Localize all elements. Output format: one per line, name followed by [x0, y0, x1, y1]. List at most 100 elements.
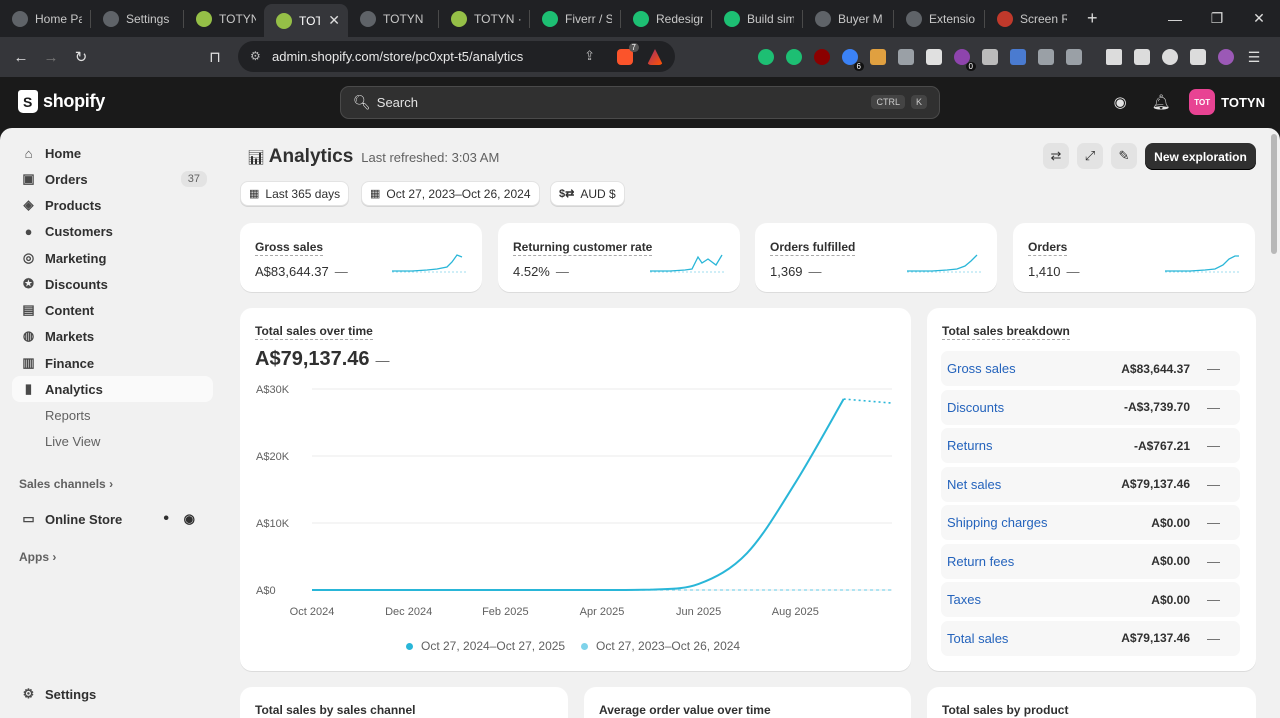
sidekick-icon[interactable]: ◉ [1107, 89, 1133, 115]
card-title[interactable]: Total sales by product [942, 703, 1068, 718]
sidebar-item-settings[interactable]: ⚙ Settings [12, 681, 213, 707]
forward-icon[interactable]: → [36, 42, 66, 72]
store-avatar[interactable]: TOT [1189, 89, 1216, 115]
restore-icon[interactable]: ❐ [1196, 0, 1238, 37]
profile-icon[interactable] [1218, 49, 1234, 65]
new-tab-icon[interactable]: + [1087, 8, 1098, 29]
metric-card-orders[interactable]: Orders 1,410 — [1013, 223, 1255, 292]
ublock-icon[interactable] [814, 49, 830, 65]
metric-card-gross-sales[interactable]: Gross sales A$83,644.37 — [240, 223, 482, 292]
close-window-icon[interactable]: ✕ [1238, 0, 1280, 37]
sidebar-item-orders[interactable]: ▣ Orders 37 [12, 166, 213, 192]
browser-tab[interactable]: Buyer M [803, 0, 893, 37]
breakdown-link[interactable]: Return fees [947, 554, 1014, 569]
fullscreen-button[interactable]: ⤢ [1077, 143, 1103, 169]
sidebar-subitem-reports[interactable]: Reports [45, 408, 91, 423]
compare-button[interactable]: ⇄ [1043, 143, 1069, 169]
browser-tab[interactable]: TOTYN · [184, 0, 264, 37]
breakdown-title[interactable]: Total sales breakdown [942, 324, 1070, 340]
browser-tab[interactable]: Build sim [712, 0, 802, 37]
extension-icon[interactable] [1066, 49, 1082, 65]
content-icon: ▤ [22, 302, 35, 317]
sidebar-toggle-icon[interactable] [1106, 49, 1122, 65]
extension-icon[interactable] [1010, 49, 1026, 65]
extension-icon[interactable] [926, 49, 942, 65]
back-icon[interactable]: ← [6, 42, 36, 72]
vpn-icon[interactable] [1190, 49, 1206, 65]
wallet-icon[interactable] [1134, 49, 1150, 65]
browser-tab[interactable]: Fiverr / S [530, 0, 620, 37]
sidebar-item-markets[interactable]: ◍ Markets [12, 323, 213, 349]
sidebar-item-analytics[interactable]: ▮ Analytics [12, 376, 213, 402]
site-info-icon[interactable]: ⚙ [250, 49, 261, 63]
tab-title: Fiverr / S [565, 11, 612, 26]
chart-title[interactable]: Total sales over time [255, 324, 373, 340]
currency-picker[interactable]: $⇄ AUD $ [550, 181, 625, 206]
brave-rewards-icon[interactable] [647, 49, 663, 65]
store-name[interactable]: TOTYN [1221, 95, 1265, 110]
bookmark-icon[interactable]: ⊓ [200, 42, 230, 72]
sales-channels-header[interactable]: Sales channels › [19, 477, 113, 491]
edit-button[interactable]: ✎ [1111, 143, 1137, 169]
breakdown-link[interactable]: Taxes [947, 592, 981, 607]
browser-tab[interactable]: Home Pa [0, 0, 90, 37]
minimize-icon[interactable]: — [1154, 0, 1196, 37]
reload-icon[interactable]: ↻ [66, 42, 96, 72]
extension-icon[interactable] [870, 49, 886, 65]
search-input[interactable]: 🔍︎ Search CTRL K [340, 86, 940, 119]
address-bar[interactable]: ⚙ admin.shopify.com/store/pc0xpt-t5/anal… [238, 41, 675, 72]
breakdown-link[interactable]: Returns [947, 438, 993, 453]
sidebar-item-customers[interactable]: ● Customers [12, 218, 213, 244]
breakdown-value: A$0.00 [1151, 554, 1190, 568]
leo-icon[interactable] [1162, 49, 1178, 65]
browser-tab[interactable]: Redesign [621, 0, 711, 37]
globe-icon: ◍ [22, 328, 35, 343]
sidebar-item-discounts[interactable]: ✪ Discounts [12, 271, 213, 297]
bell-icon[interactable]: 🔔︎ [1148, 89, 1174, 115]
sidebar-item-marketing[interactable]: ◎ Marketing [12, 245, 213, 271]
shopify-top-bar: shopify 🔍︎ Search CTRL K ◉ 🔔︎ TOT TOTYN [0, 77, 1280, 128]
legend-current[interactable]: Oct 27, 2024–Oct 27, 2025 [406, 639, 565, 653]
menu-icon[interactable]: ☰ [1246, 49, 1262, 65]
puzzle-icon[interactable] [1038, 49, 1054, 65]
camera-icon[interactable] [982, 49, 998, 65]
sidebar-subitem-live-view[interactable]: Live View [45, 434, 100, 449]
shopify-logo[interactable]: shopify [18, 90, 105, 113]
breakdown-link[interactable]: Gross sales [947, 361, 1016, 376]
browser-tab[interactable]: TOTYN · [439, 0, 529, 37]
card-title[interactable]: Total sales by sales channel [255, 703, 416, 718]
extension-icon[interactable]: 0 [954, 49, 976, 71]
sidebar-item-products[interactable]: ◈ Products [12, 192, 213, 218]
sidebar-item-content[interactable]: ▤ Content [12, 297, 213, 323]
eyedropper-icon[interactable] [898, 49, 914, 65]
comparison-picker[interactable]: ▦ Oct 27, 2023–Oct 26, 2024 [361, 181, 540, 206]
browser-tab[interactable]: Extensio [894, 0, 984, 37]
page-scrollbar[interactable] [1271, 134, 1277, 254]
breakdown-link[interactable]: Shipping charges [947, 515, 1047, 530]
legend-previous[interactable]: Oct 27, 2023–Oct 26, 2024 [581, 639, 740, 653]
eye-icon[interactable]: ◉ [184, 511, 195, 527]
browser-tab[interactable]: TOT ✕ [264, 4, 348, 37]
sidebar-item-online-store[interactable]: ▭ Online Store • ◉ [12, 506, 213, 532]
sidebar-item-home[interactable]: ⌂ Home [12, 140, 213, 166]
new-exploration-button[interactable]: New exploration [1145, 143, 1256, 170]
extension-icon[interactable] [786, 49, 802, 65]
breakdown-link[interactable]: Total sales [947, 631, 1008, 646]
close-tab-icon[interactable]: ✕ [328, 12, 340, 29]
total-sales-chart-card[interactable]: Total sales over time A$79,137.46— A$0 A$… [240, 308, 911, 671]
apps-header[interactable]: Apps › [19, 550, 56, 564]
breakdown-change: — [1207, 553, 1220, 569]
browser-tab[interactable]: Screen R [985, 0, 1075, 37]
breakdown-link[interactable]: Discounts [947, 400, 1004, 415]
extension-icon[interactable]: 6 [842, 49, 864, 71]
browser-tab[interactable]: TOTYN [348, 0, 438, 37]
sidebar-item-finance[interactable]: ▥ Finance [12, 350, 213, 376]
metric-card-returning-customer-rate[interactable]: Returning customer rate 4.52% — [498, 223, 740, 292]
breakdown-link[interactable]: Net sales [947, 477, 1001, 492]
metric-card-orders-fulfilled[interactable]: Orders fulfilled 1,369 — [755, 223, 997, 292]
date-range-picker[interactable]: ▦ Last 365 days [240, 181, 350, 206]
share-icon[interactable]: ⇪ [584, 48, 595, 64]
extension-icon[interactable] [758, 49, 774, 65]
card-title[interactable]: Average order value over time [599, 703, 771, 718]
browser-tab[interactable]: Settings [91, 0, 183, 37]
